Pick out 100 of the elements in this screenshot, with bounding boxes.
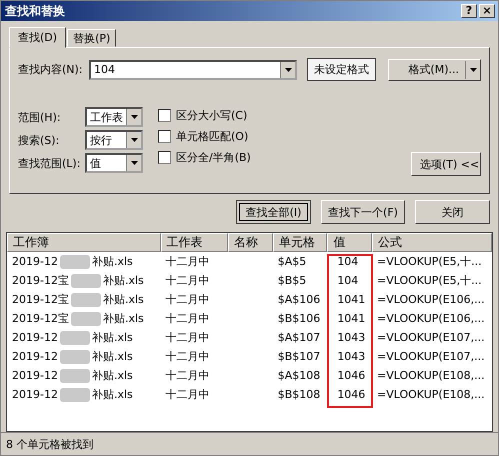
dialog-button[interactable]: 关闭 [415, 200, 490, 224]
table-cell-text: 十二月中 [164, 387, 211, 402]
table-cell-text: $A$107 [276, 331, 322, 344]
table-cell: 补贴.xls [102, 273, 144, 288]
dialog-button[interactable]: 查找下一个(F) [321, 200, 405, 224]
table-cell: 2019-12 [12, 350, 58, 363]
table-cell-text: $A$108 [276, 369, 322, 382]
table-cell: 补贴.xls [92, 387, 133, 402]
table-cell: 2019-12宝 [12, 273, 69, 288]
column-header[interactable]: 值 [327, 233, 372, 252]
blurred-region [70, 274, 101, 288]
table-cell-text: =VLOOKUP(E5,十... [376, 254, 483, 269]
table-cell-text: $B$106 [276, 312, 322, 325]
option-dropdown[interactable]: 值 [85, 153, 143, 173]
table-cell-text: =VLOOKUP(E106,... [376, 312, 486, 325]
blurred-region [60, 254, 90, 268]
status-text: 8 个单元格被找到 [6, 436, 94, 452]
column-header[interactable]: 公式 [372, 233, 492, 252]
table-cell: 补贴.xls [92, 254, 133, 269]
table-cell-text: 十二月中 [164, 273, 211, 288]
tab[interactable]: 查找(D) [9, 27, 66, 48]
result-row[interactable]: 2019-12 补贴.xls 十二月中 $B$107 1043 =VLOOKUP(E107,... [7, 347, 492, 366]
format-button[interactable]: 格式(M)... [388, 58, 481, 80]
checkbox[interactable] [158, 130, 171, 142]
table-cell: 补贴.xls [92, 349, 133, 364]
table-cell: 2019-12宝 [12, 311, 69, 326]
option-dropdown[interactable]: 按行 [85, 130, 143, 150]
dialog-button[interactable]: 查找全部(I) [236, 200, 311, 224]
blurred-region [70, 312, 101, 326]
table-cell-text: $B$5 [276, 274, 308, 287]
table-cell-text: 十二月中 [164, 254, 211, 269]
result-row[interactable]: 2019-12 补贴.xls 十二月中 $A$108 1046 =VLOOKUP(E108,... [7, 366, 492, 385]
caret-icon [130, 115, 138, 119]
find-label: 查找内容(N): [18, 62, 84, 77]
table-cell: 2019-12 [12, 388, 58, 401]
table-cell: 2019-12 [12, 255, 58, 268]
blurred-region [70, 292, 101, 306]
blurred-region [60, 350, 90, 364]
table-cell-text: =VLOOKUP(E106,... [376, 293, 486, 306]
tab[interactable]: 替换(P) [67, 29, 116, 47]
caret-icon [470, 68, 476, 72]
table-cell: 2019-12宝 [12, 292, 69, 307]
table-cell-text: 十二月中 [164, 349, 211, 364]
table-cell-text: 1041 [336, 293, 366, 306]
table-cell-text: =VLOOKUP(E108,... [376, 388, 486, 401]
table-cell-text: 1046 [336, 388, 366, 401]
table-cell-text: 十二月中 [164, 292, 211, 307]
table-cell-text: 1046 [336, 369, 366, 382]
caret-icon [130, 138, 138, 142]
table-cell-text: 1041 [336, 312, 366, 325]
result-row[interactable]: 2019-12宝 补贴.xls 十二月中 $A$106 1041 =VLOOKUP(E106,... [7, 290, 492, 309]
option-label: 搜索(S): [18, 132, 60, 148]
column-header[interactable]: 工作簿 [7, 233, 161, 252]
column-header[interactable]: 名称 [228, 233, 273, 252]
checkbox[interactable] [158, 150, 171, 164]
options-button[interactable]: 选项(T) << [411, 152, 481, 176]
column-header[interactable]: 单元格 [272, 233, 328, 252]
caret-icon [130, 161, 138, 165]
table-cell-text: $A$5 [276, 255, 308, 268]
find-field[interactable]: 104 [89, 60, 297, 80]
table-cell-text: $B$108 [276, 388, 322, 401]
table-cell: 2019-12 [12, 331, 58, 344]
table-cell-text: 104 [336, 274, 360, 287]
help-button[interactable]: ? [461, 4, 477, 18]
blurred-region [60, 330, 90, 344]
table-cell: 补贴.xls [92, 368, 133, 383]
close-button[interactable]: × [479, 4, 495, 18]
table-cell-text: 1043 [336, 331, 366, 344]
checkbox-label: 单元格匹配(O) [176, 128, 248, 144]
table-cell-text: 十二月中 [164, 368, 211, 383]
table-cell-text: =VLOOKUP(E107,... [376, 331, 486, 344]
table-cell-text: $B$107 [276, 350, 322, 363]
blurred-region [60, 388, 90, 402]
result-row[interactable]: 2019-12 补贴.xls 十二月中 $A$107 1043 =VLOOKUP(E107,... [7, 328, 492, 347]
table-cell-text: =VLOOKUP(E107,... [376, 350, 486, 363]
option-dropdown[interactable]: 工作表 [85, 107, 143, 127]
result-row[interactable]: 2019-12宝 补贴.xls 十二月中 $B$5 104 =VLOOKUP(E5,十... [7, 271, 492, 290]
column-header[interactable]: 工作表 [160, 233, 228, 252]
checkbox[interactable] [158, 108, 171, 122]
table-cell-text: =VLOOKUP(E108,... [376, 369, 486, 382]
option-label: 查找范围(L): [18, 156, 82, 170]
table-cell: 补贴.xls [92, 330, 133, 345]
table-cell-text: =VLOOKUP(E5,十... [376, 273, 483, 288]
table-cell-text: $A$106 [276, 293, 322, 306]
table-cell: 2019-12 [12, 369, 58, 382]
option-label: 范围(H): [18, 110, 62, 124]
checkbox-label: 区分大小写(C) [176, 108, 248, 122]
table-cell-text: 十二月中 [164, 330, 211, 345]
table-cell-text: 104 [336, 255, 360, 268]
caret-icon [284, 68, 292, 72]
result-row[interactable]: 2019-12宝 补贴.xls 十二月中 $B$106 1041 =VLOOKUP(E106,... [7, 309, 492, 328]
checkbox-label: 区分全/半角(B) [176, 150, 251, 164]
blurred-region [60, 368, 90, 382]
window-title: 查找和替换 [5, 2, 65, 20]
result-row[interactable]: 2019-12 补贴.xls 十二月中 $A$5 104 =VLOOKUP(E5,十... [7, 252, 492, 271]
table-cell-text: 1043 [336, 350, 366, 363]
result-row[interactable]: 2019-12 补贴.xls 十二月中 $B$108 1046 =VLOOKUP(E108,... [7, 385, 492, 404]
table-cell: 补贴.xls [102, 292, 144, 307]
table-cell: 补贴.xls [102, 311, 144, 326]
table-cell-text: 十二月中 [164, 311, 211, 326]
